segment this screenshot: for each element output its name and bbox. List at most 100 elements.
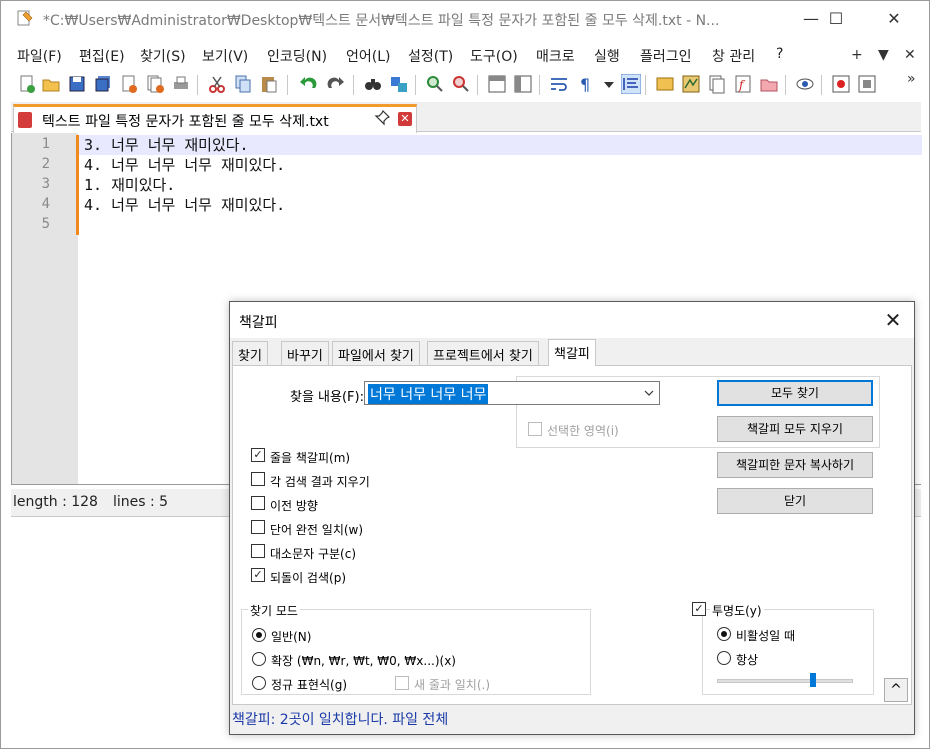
cut-icon[interactable] (207, 74, 227, 94)
zoom-in-icon[interactable] (425, 74, 445, 94)
tab-find-in-files[interactable]: 파일에서 찾기 (332, 341, 420, 365)
show-all-characters-icon[interactable]: ¶ (575, 74, 595, 94)
monitoring-eye-icon[interactable] (795, 74, 815, 94)
macro-stop-icon[interactable] (857, 74, 877, 94)
save-all-icon[interactable] (93, 74, 113, 94)
close-dialog-button[interactable]: 닫기 (717, 488, 873, 514)
redo-icon[interactable] (325, 74, 345, 94)
in-selection-checkbox[interactable] (528, 422, 542, 436)
close-file-icon[interactable] (119, 74, 139, 94)
new-file-icon[interactable] (17, 74, 37, 94)
paste-icon[interactable] (259, 74, 279, 94)
chevron-down-icon[interactable] (643, 385, 655, 401)
zoom-out-icon[interactable] (451, 74, 471, 94)
menu-edit[interactable]: 편집(E) (79, 46, 125, 66)
regex-mode-radio[interactable] (252, 676, 266, 690)
find-what-input[interactable]: 너무 너무 너무 너무 (364, 381, 660, 405)
transparency-checkbox[interactable]: ✓ (692, 602, 706, 616)
menu-macro[interactable]: 매크로 (536, 46, 575, 66)
pin-icon[interactable] (374, 110, 390, 126)
purge-each-search-checkbox[interactable] (251, 472, 265, 486)
status-length: length : 128 (13, 494, 98, 510)
menu-search[interactable]: 찾기(S) (140, 46, 186, 66)
menu-settings[interactable]: 설정(T) (408, 46, 453, 66)
dialog-title-bar: 책갈피 ✕ (230, 302, 914, 338)
menu-plugins[interactable]: 플러그인 (640, 46, 692, 66)
folder-workspace-icon[interactable] (759, 74, 779, 94)
document-tab-strip: 텍스트 파일 특정 문자가 포함된 줄 모두 삭제.txt ✕ (11, 102, 921, 133)
editor-line[interactable]: 3. 너무 너무 재미있다. (84, 134, 249, 155)
toolbar-separator (821, 75, 822, 95)
transparency-slider-thumb[interactable] (810, 673, 816, 687)
editor-line[interactable]: 4. 너무 너무 너무 재미있다. (84, 194, 285, 215)
transparency-slider-track[interactable] (717, 679, 853, 683)
document-map-icon[interactable] (681, 74, 701, 94)
menu-run[interactable]: 실행 (594, 46, 620, 66)
match-whole-word-checkbox[interactable] (251, 520, 265, 534)
dropdown-arrow-icon[interactable] (599, 74, 619, 94)
copy-icon[interactable] (233, 74, 253, 94)
replace-icon[interactable] (389, 74, 409, 94)
close-window-button[interactable]: ✕ (871, 1, 917, 35)
change-history-marker (76, 135, 79, 175)
tab-list-dropdown-button[interactable]: ▼ (878, 47, 889, 63)
find-all-button[interactable]: 모두 찾기 (717, 380, 873, 406)
indent-guide-icon[interactable] (621, 74, 641, 94)
new-tab-plus-button[interactable]: + (851, 47, 863, 63)
document-tab[interactable]: 텍스트 파일 특정 문자가 포함된 줄 모두 삭제.txt ✕ (13, 104, 417, 133)
user-defined-language-icon[interactable] (655, 74, 675, 94)
function-list-icon[interactable]: f (733, 74, 753, 94)
menu-language[interactable]: 언어(L) (346, 46, 390, 66)
purge-each-search-label: 각 검색 결과 지우기 (270, 475, 370, 489)
bookmark-line-checkbox[interactable]: ✓ (251, 448, 265, 462)
tab-close-icon[interactable]: ✕ (398, 112, 412, 126)
dot-matches-newline-checkbox[interactable] (395, 676, 409, 690)
collapse-dialog-button[interactable]: ^ (884, 678, 908, 702)
dot-matches-newline-label: 새 줄과 일치(.) (414, 678, 491, 692)
menu-encoding[interactable]: 인코딩(N) (267, 46, 327, 66)
print-icon[interactable] (171, 74, 191, 94)
menu-view[interactable]: 보기(V) (202, 46, 248, 66)
on-losing-focus-radio[interactable] (717, 627, 731, 641)
save-icon[interactable] (67, 74, 87, 94)
backward-direction-checkbox[interactable] (251, 496, 265, 510)
document-list-icon[interactable] (707, 74, 727, 94)
dialog-close-icon[interactable]: ✕ (878, 308, 908, 334)
menu-file[interactable]: 파일(F) (17, 46, 62, 66)
tab-find[interactable]: 찾기 (232, 341, 268, 365)
close-document-button[interactable]: ✕ (904, 47, 916, 63)
normal-mode-radio[interactable] (252, 628, 266, 642)
toolbar-separator (539, 75, 540, 95)
toolbar-separator (197, 75, 198, 95)
menu-tools[interactable]: 도구(O) (470, 46, 518, 66)
find-binoculars-icon[interactable] (363, 74, 383, 94)
clear-all-marks-button[interactable]: 책갈피 모두 지우기 (717, 416, 873, 442)
always-radio[interactable] (717, 651, 731, 665)
line-number: 4 (41, 196, 50, 212)
close-all-icon[interactable] (145, 74, 165, 94)
macro-record-icon[interactable] (831, 74, 851, 94)
toolbar-overflow-chevron[interactable]: » (907, 71, 916, 87)
tab-mark[interactable]: 책갈피 (548, 339, 596, 366)
sync-vertical-icon[interactable] (487, 74, 507, 94)
tab-replace[interactable]: 바꾸기 (281, 341, 329, 365)
extended-mode-radio[interactable] (252, 652, 266, 666)
menu-window[interactable]: 창 관리 (712, 46, 755, 66)
editor-line[interactable]: 1. 재미있다. (84, 174, 175, 195)
word-wrap-icon[interactable] (549, 74, 569, 94)
document-tab-label: 텍스트 파일 특정 문자가 포함된 줄 모두 삭제.txt (42, 114, 329, 130)
editor-line[interactable]: 4. 너무 너무 너무 재미있다. (84, 154, 285, 175)
maximize-button[interactable]: ☐ (813, 1, 859, 35)
wrap-around-checkbox[interactable]: ✓ (251, 568, 265, 582)
match-case-checkbox[interactable] (251, 544, 265, 558)
match-case-label: 대소문자 구분(c) (270, 547, 357, 561)
menu-help[interactable]: ? (776, 46, 783, 62)
copy-marked-text-button[interactable]: 책갈피한 문자 복사하기 (717, 452, 873, 478)
undo-icon[interactable] (299, 74, 319, 94)
sync-horizontal-icon[interactable] (513, 74, 533, 94)
match-whole-word-label: 단어 완전 일치(w) (270, 523, 364, 537)
tab-find-in-projects[interactable]: 프로젝트에서 찾기 (427, 341, 539, 365)
open-file-icon[interactable] (41, 74, 61, 94)
title-bar: *C:₩Users₩Administrator₩Desktop₩텍스트 문서₩텍… (1, 1, 929, 35)
notepad-app-icon (17, 10, 33, 26)
